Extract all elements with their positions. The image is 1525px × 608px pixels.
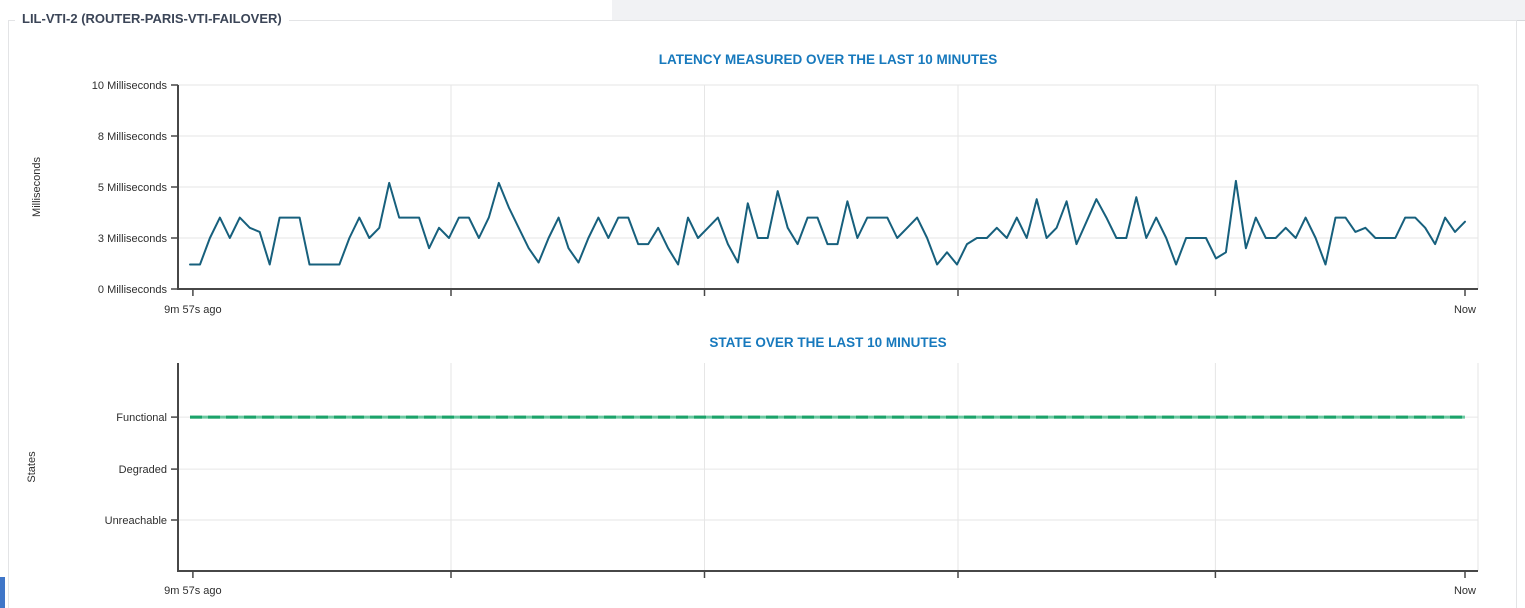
x-axis-label: 9m 57s ago	[164, 304, 221, 316]
latency-series-line	[190, 181, 1465, 265]
y-tick-label: Functional	[116, 412, 167, 424]
x-axis-label: 9m 57s ago	[164, 585, 221, 597]
scrollbar-fragment	[0, 577, 5, 608]
y-tick-label: 0 Milliseconds	[98, 284, 168, 296]
latency-chart: 10 Milliseconds 8 Milliseconds 5 Milliseco…	[31, 52, 1478, 316]
y-tick-label: 3 Milliseconds	[98, 233, 168, 245]
panel-title: LIL-VTI-2 (ROUTER-PARIS-VTI-FAILOVER)	[15, 11, 289, 26]
y-axis-title: Milliseconds	[31, 157, 43, 217]
y-tick-label: 5 Milliseconds	[98, 182, 168, 194]
y-tick-label: 8 Milliseconds	[98, 131, 168, 143]
chart-title: STATE OVER THE LAST 10 MINUTES	[709, 335, 946, 350]
y-tick-label: Degraded	[119, 464, 167, 476]
y-axis-title: States	[26, 451, 38, 483]
state-chart: Functional Degraded Unreachable 9m 57s ago N…	[26, 335, 1478, 597]
y-tick-label: 10 Milliseconds	[92, 80, 168, 92]
chart-title: LATENCY MEASURED OVER THE LAST 10 MINUTE…	[659, 52, 998, 67]
device-graphs-page: LIL-VTI-2 (ROUTER-PARIS-VTI-FAILOVER) 10…	[0, 0, 1525, 608]
x-axis-label: Now	[1454, 304, 1476, 316]
charts-canvas: 10 Milliseconds 8 Milliseconds 5 Milliseco…	[0, 0, 1525, 608]
x-axis-label: Now	[1454, 585, 1476, 597]
y-tick-label: Unreachable	[105, 515, 167, 527]
